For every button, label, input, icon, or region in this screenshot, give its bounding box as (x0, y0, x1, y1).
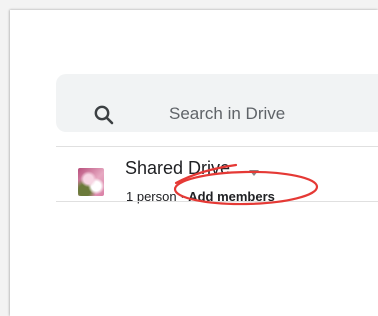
search-input[interactable]: Search in Drive (169, 104, 285, 124)
search-icon[interactable] (92, 103, 116, 127)
drive-panel: Search in Drive Shared Drive 1 person · … (10, 10, 378, 316)
drive-thumbnail (78, 168, 104, 196)
shared-drive-row[interactable]: Shared Drive 1 person · Add members (66, 150, 378, 204)
search-bar[interactable]: Search in Drive (56, 74, 378, 132)
divider (56, 201, 378, 202)
chevron-down-icon[interactable] (249, 170, 259, 176)
drive-name[interactable]: Shared Drive (125, 157, 230, 179)
divider (56, 146, 378, 147)
drive-meta: 1 person · Add members (126, 189, 275, 205)
